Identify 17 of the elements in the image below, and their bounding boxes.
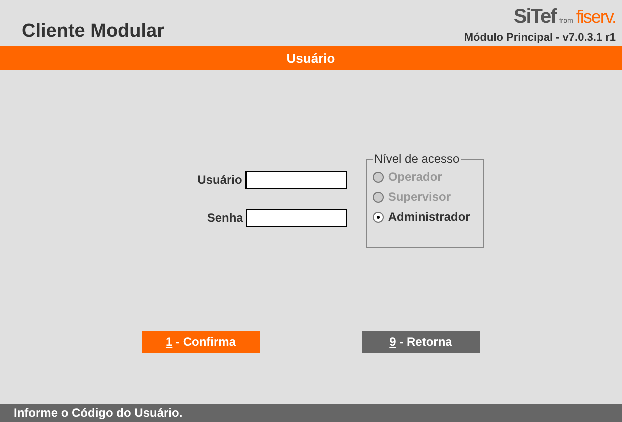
section-title-bar: Usuário	[0, 46, 622, 70]
radio-label: Administrador	[388, 210, 470, 224]
input-field[interactable]	[245, 171, 348, 189]
action-button[interactable]: 1 - Confirma	[142, 331, 260, 353]
version-label: Módulo Principal - v7.0.3.1 r1	[464, 32, 616, 44]
app-title: Cliente Modular	[22, 21, 165, 43]
logo-text: fiserv.	[576, 7, 616, 27]
field-label: Senha	[207, 211, 244, 225]
radio-label: Operador	[388, 170, 442, 184]
radio-button[interactable]	[373, 212, 384, 222]
radio-label: Supervisor	[388, 190, 452, 204]
field-label: Usuário	[198, 173, 242, 187]
status-bar: Informe o Código do Usuário.	[0, 404, 622, 422]
action-button[interactable]: 9 - Retorna	[362, 331, 480, 353]
group-legend: Nível de acesso	[373, 152, 461, 166]
input-field[interactable]	[246, 209, 348, 227]
logo-text: SiTef	[514, 7, 556, 27]
